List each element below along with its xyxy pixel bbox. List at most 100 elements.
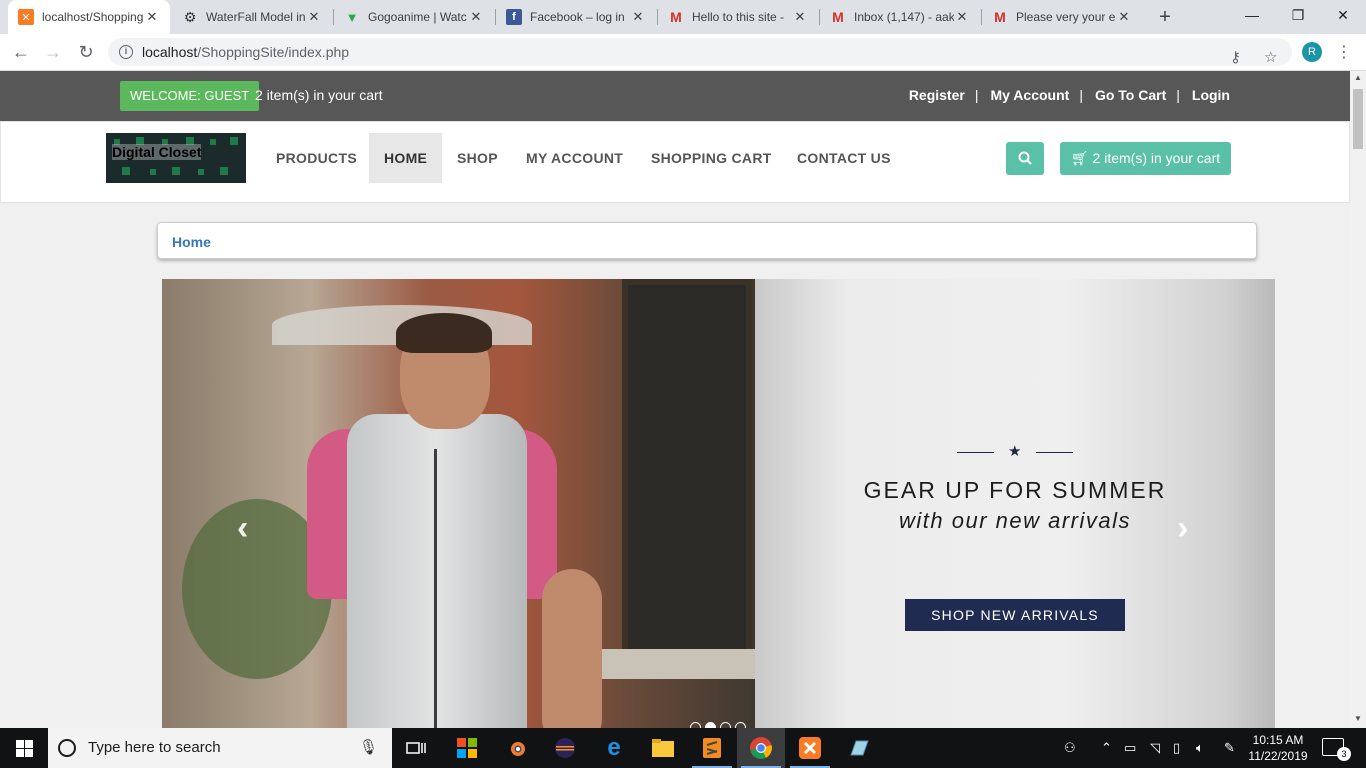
url-path: /ShoppingSite/index.php [197,44,350,60]
close-window-icon[interactable]: ✕ [1320,0,1366,30]
browser-tab-active[interactable]: ✕ localhost/Shopping ✕ [8,0,170,34]
breadcrumb-home[interactable]: Home [172,234,211,250]
taskbar-search[interactable]: Type here to search 🎙︎ [48,728,392,768]
carousel-prev-icon[interactable]: ‹ [237,509,248,548]
browser-tab[interactable]: f Facebook – log in ✕ [496,0,656,34]
chrome-menu-icon[interactable]: ⋮ [1336,42,1352,62]
facebook-icon: f [506,9,522,25]
eclipse-icon[interactable] [541,728,589,768]
photo-window [622,279,752,659]
windows-start-icon[interactable] [0,728,48,768]
nav-contact-us[interactable]: CONTACT US [782,133,906,183]
carousel-next-icon[interactable]: › [1177,509,1188,548]
close-tab-icon[interactable]: ✕ [468,9,484,25]
promo-subtitle: with our new arrivals [898,508,1131,533]
search-button[interactable] [1006,142,1044,175]
scroll-up-icon[interactable]: ▲ [1350,73,1366,82]
show-hidden-icons-icon[interactable]: ⌃ [1101,728,1112,768]
xampp-icon: ✕ [18,9,34,25]
microphone-icon[interactable]: 🎙︎ [359,728,378,768]
divider-line [957,452,994,453]
search-icon [1018,151,1032,165]
close-tab-icon[interactable]: ✕ [306,9,322,25]
gmail-icon: M [832,9,844,25]
link-separator: | [1176,87,1180,103]
restore-icon[interactable]: ❐ [1275,0,1321,30]
cart-button-label: 2 item(s) in your cart [1092,150,1221,166]
top-header-bar: WELCOME: GUEST 2 item(s) in your cart Re… [0,71,1350,121]
cortana-icon [58,739,76,757]
tab-title: Inbox (1,147) - aak [854,10,954,24]
link-separator: | [974,87,979,103]
reload-icon[interactable]: ↻ [75,41,97,63]
sublime-text-icon[interactable] [688,728,736,768]
scrollbar-thumb[interactable] [1353,89,1363,149]
gogoanime-icon: ▼ [345,9,359,25]
star-icon: ★ [1008,443,1022,460]
photo-arm [542,569,602,728]
bookmark-star-icon[interactable]: ☆ [1264,44,1277,72]
browser-tab-strip: ✕ localhost/Shopping ✕ ⚙ WaterFall Model… [0,0,1366,34]
close-tab-icon[interactable]: ✕ [144,9,160,25]
people-icon[interactable]: ⚇ [1064,728,1076,768]
windows-app-icon[interactable] [443,728,491,768]
taskbar-clock[interactable]: 10:15 AM 11/22/2019 [1247,732,1309,764]
chrome-icon[interactable] [737,728,785,768]
gmail-icon: M [670,9,682,25]
new-tab-icon[interactable]: + [1154,6,1176,29]
gmail-icon: M [994,9,1006,25]
browser-tab[interactable]: ⚙ WaterFall Model in ✕ [172,0,332,34]
page-scrollbar[interactable]: ▲ ▼ [1350,71,1366,728]
browser-tab[interactable]: M Inbox (1,147) - aak ✕ [820,0,980,34]
nav-shop[interactable]: SHOP [442,133,513,183]
browser-tab[interactable]: ▼ Gogoanime | Watc ✕ [334,0,494,34]
nav-products[interactable]: PRODUCTS [261,133,372,183]
network-icon[interactable]: ▭ [1124,728,1136,768]
close-tab-icon[interactable]: ✕ [1116,9,1132,25]
my-account-link[interactable]: My Account [990,87,1069,103]
close-tab-icon[interactable]: ✕ [630,9,646,25]
go-to-cart-link[interactable]: Go To Cart [1095,87,1166,103]
site-info-icon[interactable]: i [119,45,133,59]
photo-hair [396,313,492,353]
action-center-icon[interactable]: 3 [1322,738,1351,761]
taskbar-search-placeholder: Type here to search [88,739,221,756]
xampp-icon[interactable] [786,728,834,768]
browser-tab[interactable]: M Hello to this site - ✕ [658,0,818,34]
login-link[interactable]: Login [1192,87,1230,103]
cart-button[interactable]: 🛒︎ 2 item(s) in your cart [1060,142,1231,175]
notification-count-badge: 3 [1337,747,1351,761]
photo-sill [582,649,755,679]
scroll-down-icon[interactable]: ▼ [1350,714,1366,723]
tab-title: Gogoanime | Watc [368,10,467,24]
notepad-icon[interactable] [835,728,883,768]
volume-icon[interactable]: 🔈︎ [1196,728,1204,768]
back-icon[interactable]: ← [10,41,32,63]
link-separator: | [1079,87,1083,103]
photo-zipper [434,449,437,728]
pen-icon[interactable]: ✎ [1224,728,1235,768]
tab-title: WaterFall Model in [206,10,306,24]
wifi-icon[interactable]: ◹ [1150,728,1160,768]
blender-icon[interactable] [492,728,540,768]
nav-home[interactable]: HOME [369,133,443,183]
main-navigation: Digital Closet PRODUCTS HOME SHOP MY ACC… [0,121,1350,203]
close-tab-icon[interactable]: ✕ [792,9,808,25]
nav-my-account[interactable]: MY ACCOUNT [511,133,638,183]
edge-icon[interactable]: e [590,728,638,768]
file-explorer-icon[interactable] [639,728,687,768]
close-tab-icon[interactable]: ✕ [954,9,970,25]
profile-avatar[interactable]: R [1302,42,1322,62]
minimize-icon[interactable]: — [1229,0,1275,30]
shop-new-arrivals-button[interactable]: SHOP NEW ARRIVALS [905,599,1125,631]
forward-icon[interactable]: → [42,41,64,63]
task-view-icon[interactable] [392,728,440,768]
battery-icon[interactable]: ▯ [1173,728,1180,768]
key-icon[interactable]: ⚷ [1230,44,1241,72]
account-links: Register | My Account | Go To Cart | Login [909,87,1230,103]
browser-tab[interactable]: M Please very your e ✕ [982,0,1142,34]
site-logo[interactable]: Digital Closet [106,133,246,183]
address-bar[interactable]: i localhost/ShoppingSite/index.php ⚷ ☆ [108,38,1292,66]
register-link[interactable]: Register [909,87,965,103]
nav-shopping-cart[interactable]: SHOPPING CART [636,133,787,183]
